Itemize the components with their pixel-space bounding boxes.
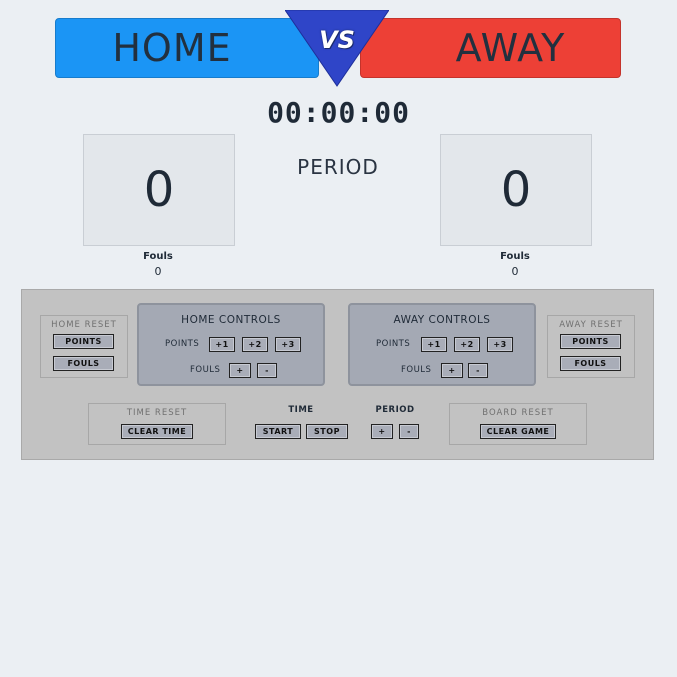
away-reset-fouls-button[interactable]: FOULS bbox=[560, 356, 621, 371]
period-plus-button[interactable]: + bbox=[371, 424, 393, 439]
away-score-display: 0 bbox=[440, 134, 592, 246]
away-reset-title: AWAY RESET bbox=[559, 320, 623, 330]
home-score-display: 0 bbox=[83, 134, 235, 246]
board-reset-title: BOARD RESET bbox=[482, 408, 554, 418]
game-timer: 00:00:00 bbox=[267, 96, 410, 129]
home-points-label: POINTS bbox=[165, 339, 200, 349]
home-fouls-label: Fouls bbox=[143, 251, 173, 262]
away-plus2-button[interactable]: +2 bbox=[454, 337, 480, 352]
period-label: PERIOD bbox=[297, 155, 379, 179]
home-plus3-button[interactable]: +3 bbox=[275, 337, 301, 352]
away-team-banner: AWAY bbox=[360, 18, 621, 78]
time-reset-group: TIME RESET CLEAR TIME bbox=[88, 403, 226, 445]
time-reset-title: TIME RESET bbox=[126, 408, 188, 418]
away-reset-points-button[interactable]: POINTS bbox=[560, 334, 621, 349]
away-fouls-label: Fouls bbox=[500, 251, 530, 262]
home-fouls-plus-button[interactable]: + bbox=[229, 363, 251, 378]
clear-time-button[interactable]: CLEAR TIME bbox=[121, 424, 193, 439]
vs-badge: VS bbox=[284, 9, 390, 88]
home-reset-fouls-button[interactable]: FOULS bbox=[53, 356, 114, 371]
home-fouls-minus-button[interactable]: - bbox=[257, 363, 277, 378]
away-plus3-button[interactable]: +3 bbox=[487, 337, 513, 352]
home-fouls-value: 0 bbox=[154, 265, 162, 278]
home-controls-title: HOME CONTROLS bbox=[181, 314, 281, 326]
period-minus-button[interactable]: - bbox=[399, 424, 419, 439]
away-fouls-row-label: FOULS bbox=[401, 365, 432, 375]
home-reset-points-button[interactable]: POINTS bbox=[53, 334, 114, 349]
matchup-banner: HOME AWAY VS bbox=[0, 0, 677, 100]
away-fouls-value: 0 bbox=[511, 265, 519, 278]
away-team-name: AWAY bbox=[455, 26, 566, 70]
home-controls-group: HOME CONTROLS POINTS +1 +2 +3 FOULS + - bbox=[137, 303, 325, 386]
home-team-banner: HOME bbox=[55, 18, 319, 78]
away-points-label: POINTS bbox=[376, 339, 411, 349]
start-button[interactable]: START bbox=[255, 424, 301, 439]
home-plus2-button[interactable]: +2 bbox=[242, 337, 268, 352]
vs-label: VS bbox=[319, 26, 355, 54]
home-team-name: HOME bbox=[112, 26, 232, 70]
away-controls-group: AWAY CONTROLS POINTS +1 +2 +3 FOULS + - bbox=[348, 303, 536, 386]
away-controls-title: AWAY CONTROLS bbox=[393, 314, 491, 326]
home-reset-group: HOME RESET POINTS FOULS bbox=[40, 315, 128, 378]
away-fouls-plus-button[interactable]: + bbox=[441, 363, 463, 378]
away-fouls-minus-button[interactable]: - bbox=[468, 363, 488, 378]
home-fouls-row-label: FOULS bbox=[190, 365, 221, 375]
away-plus1-button[interactable]: +1 bbox=[421, 337, 447, 352]
home-plus1-button[interactable]: +1 bbox=[209, 337, 235, 352]
time-label: TIME bbox=[288, 405, 314, 415]
home-reset-title: HOME RESET bbox=[51, 320, 117, 330]
clear-game-button[interactable]: CLEAR GAME bbox=[480, 424, 556, 439]
control-panel: HOME RESET POINTS FOULS HOME CONTROLS PO… bbox=[21, 289, 654, 460]
board-reset-group: BOARD RESET CLEAR GAME bbox=[449, 403, 587, 445]
stop-button[interactable]: STOP bbox=[306, 424, 348, 439]
away-reset-group: AWAY RESET POINTS FOULS bbox=[547, 315, 635, 378]
period-controls-label: PERIOD bbox=[375, 405, 415, 415]
